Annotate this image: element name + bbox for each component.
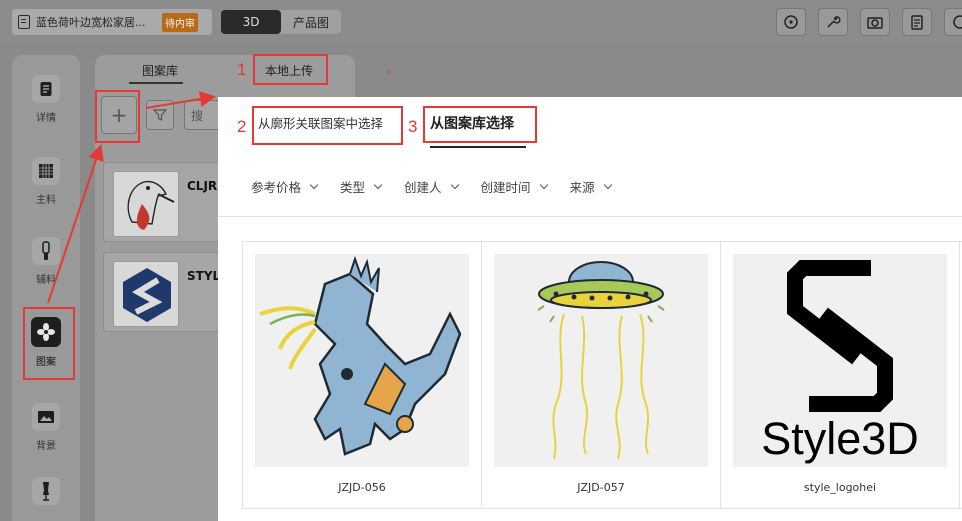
document-icon xyxy=(18,15,30,29)
active-tab-underline xyxy=(430,146,526,148)
sidebar-item-details[interactable]: 详情 xyxy=(12,65,80,135)
sidebar-item-label: 辅料 xyxy=(36,275,56,286)
filter-icon xyxy=(153,109,167,121)
ufo-thumbnail xyxy=(494,254,708,467)
view-3d-button[interactable]: 3D xyxy=(221,10,281,34)
divider xyxy=(218,216,962,217)
view-switch: 3D 产品图 xyxy=(221,10,341,34)
robot-dinosaur-thumbnail xyxy=(255,254,469,467)
toucan-thumbnail xyxy=(113,171,179,237)
sidebar-item-mannequin[interactable] xyxy=(12,467,80,521)
wrench-icon xyxy=(827,16,841,28)
filter-creator[interactable]: 创建人 xyxy=(404,177,459,196)
rotate-tool-button[interactable] xyxy=(776,8,806,36)
sidebar-item-background[interactable]: 背景 xyxy=(12,393,80,463)
image-icon xyxy=(32,403,60,431)
chevron-down-icon xyxy=(373,180,383,189)
sidebar-item-main-fabric[interactable]: 主料 xyxy=(12,147,80,217)
style3d-logo-thumbnail: Style3D xyxy=(733,254,947,467)
zipper-icon xyxy=(32,237,60,265)
annotation-box-add-button xyxy=(95,90,140,143)
pattern-item[interactable]: JZJD-057 xyxy=(482,242,721,508)
filter-label: 参考价格 xyxy=(251,180,302,195)
pie-icon xyxy=(953,15,962,29)
mannequin-icon xyxy=(32,477,60,505)
chevron-down-icon xyxy=(450,180,459,189)
pattern-item-name: JZJD-056 xyxy=(338,481,386,494)
filter-bar: 参考价格 类型 创建人 创建时间 来源 xyxy=(251,177,634,196)
library-card[interactable]: CLJR xyxy=(103,162,223,242)
view-product-image-button[interactable]: 产品图 xyxy=(281,10,341,34)
document-icon xyxy=(32,75,60,103)
chevron-down-icon xyxy=(539,180,548,189)
pattern-grid: JZJD-056 JZJD-057 Style3D style_logohei xyxy=(242,241,962,509)
camera-tool-button[interactable] xyxy=(860,8,890,36)
annotation-number-2: 2 xyxy=(237,117,247,136)
status-badge: 待内审 xyxy=(162,12,198,32)
filter-label: 类型 xyxy=(340,180,366,195)
filter-reference-price[interactable]: 参考价格 xyxy=(251,177,319,196)
annotation-number-3: 3 xyxy=(408,117,418,136)
sidebar-item-label: 主料 xyxy=(36,195,56,206)
wrench-tool-button[interactable] xyxy=(818,8,848,36)
annotation-box-2 xyxy=(252,106,403,145)
filter-button[interactable] xyxy=(146,100,174,130)
style3d-logo-thumbnail xyxy=(113,261,179,327)
chevron-down-icon xyxy=(603,180,612,189)
pattern-item[interactable]: JZJD-056 xyxy=(243,242,482,508)
chevron-down-icon xyxy=(309,180,319,189)
sidebar-item-trims[interactable]: 辅料 xyxy=(12,227,80,297)
tab-pattern-library[interactable]: 图案库 xyxy=(142,62,178,79)
document-title: 蓝色荷叶边宽松家居... xyxy=(36,16,146,29)
clipboard-icon xyxy=(911,15,923,30)
sidebar-item-label: 背景 xyxy=(36,441,56,452)
document-tab[interactable]: 蓝色荷叶边宽松家居... 待内审 xyxy=(12,9,212,35)
library-card[interactable]: STYL xyxy=(103,252,223,332)
pattern-item-name: style_logohei xyxy=(803,481,877,494)
sidebar-item-label: 详情 xyxy=(36,113,56,124)
pattern-item[interactable]: Style3D style_logohei xyxy=(721,242,960,508)
top-toolbar: 蓝色荷叶边宽松家居... 待内审 3D 产品图 xyxy=(0,0,962,42)
library-card-name: STYL xyxy=(187,269,221,283)
annotation-number-1: 1 xyxy=(237,60,247,79)
logo-text: Style3D xyxy=(761,413,919,464)
active-tab-underline xyxy=(129,82,183,84)
annotation-box-pattern-sidebar xyxy=(23,307,75,380)
annotation-dot xyxy=(388,71,390,73)
filter-type[interactable]: 类型 xyxy=(340,177,383,196)
filter-label: 创建人 xyxy=(404,180,442,195)
camera-icon xyxy=(867,17,883,29)
more-tool-button[interactable] xyxy=(944,8,962,36)
pattern-item-name: JZJD-057 xyxy=(577,481,625,494)
filter-label: 创建时间 xyxy=(480,180,531,195)
annotation-box-1 xyxy=(253,54,328,85)
library-card-name: CLJR xyxy=(187,179,218,193)
filter-created-time[interactable]: 创建时间 xyxy=(480,177,548,196)
clipboard-tool-button[interactable] xyxy=(902,8,932,36)
filter-label: 来源 xyxy=(569,180,595,195)
rotate-icon xyxy=(784,15,798,29)
annotation-box-3 xyxy=(423,106,537,143)
pattern-picker-modal: 从廓形关联图案中选择 从图案库选择 参考价格 类型 创建人 创建时间 来源 JZ… xyxy=(218,97,962,521)
left-sidebar: 详情 主料 辅料 图案 背景 xyxy=(12,55,80,521)
fabric-grid-icon xyxy=(32,157,60,185)
filter-source[interactable]: 来源 xyxy=(569,177,612,196)
